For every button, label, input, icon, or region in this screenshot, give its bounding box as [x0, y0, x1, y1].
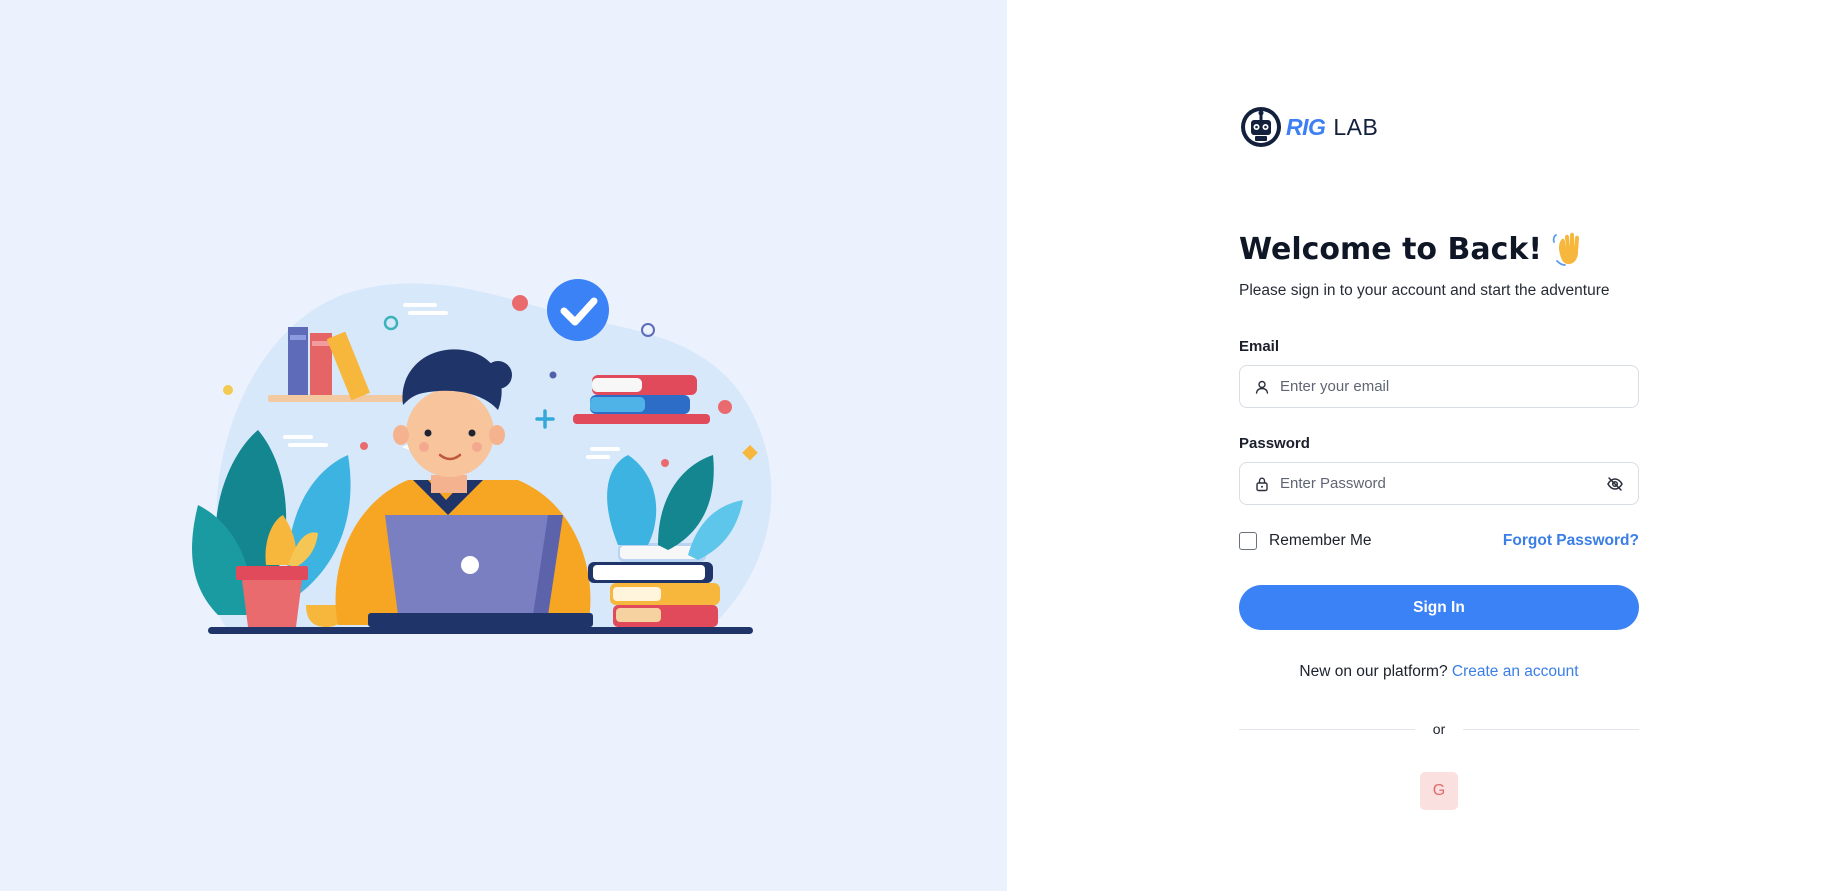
or-divider: or — [1239, 719, 1640, 739]
signup-prompt: New on our platform? Create an account — [1239, 663, 1639, 681]
create-account-link[interactable]: Create an account — [1452, 663, 1579, 680]
password-input[interactable] — [1280, 463, 1606, 504]
sign-in-button[interactable]: Sign In — [1239, 585, 1639, 630]
email-input[interactable] — [1280, 366, 1638, 407]
user-icon — [1255, 380, 1269, 394]
brand-name-lab: LAB — [1333, 113, 1379, 140]
brand-logo: RIG LAB — [1240, 105, 1378, 149]
eye-off-icon[interactable] — [1606, 475, 1624, 493]
email-field[interactable] — [1239, 365, 1639, 408]
page-title: Welcome to Back! — [1239, 230, 1588, 268]
email-label: Email — [1239, 338, 1280, 355]
remember-me-checkbox[interactable] — [1239, 532, 1257, 550]
password-field[interactable] — [1239, 462, 1639, 505]
google-icon: G — [1432, 782, 1446, 799]
welcome-title-text: Welcome to Back! — [1239, 231, 1543, 267]
brand-name-rig: RIG — [1286, 113, 1326, 140]
illustration-pane — [0, 0, 1007, 891]
divider-line-left — [1239, 728, 1415, 730]
studying-person-illustration — [192, 279, 772, 634]
google-sign-in-button[interactable]: G — [1420, 772, 1458, 810]
welcome-subtitle: Please sign in to your account and start… — [1239, 282, 1610, 299]
forgot-password-link[interactable]: Forgot Password? — [1503, 532, 1639, 550]
divider-text: or — [1432, 721, 1446, 737]
remember-me-label[interactable]: Remember Me — [1269, 532, 1372, 550]
form-pane — [1007, 0, 1838, 891]
lock-icon — [1256, 476, 1268, 491]
remember-row: Remember Me Forgot Password? — [1239, 530, 1639, 552]
signup-prompt-text: New on our platform? — [1299, 663, 1448, 680]
waving-hand-icon — [1552, 232, 1580, 266]
password-label: Password — [1239, 435, 1310, 452]
divider-line-right — [1463, 728, 1640, 730]
robot-head-icon — [1241, 107, 1281, 147]
login-page: RIG LAB Welcome to Back! Please sign in … — [0, 0, 1838, 891]
